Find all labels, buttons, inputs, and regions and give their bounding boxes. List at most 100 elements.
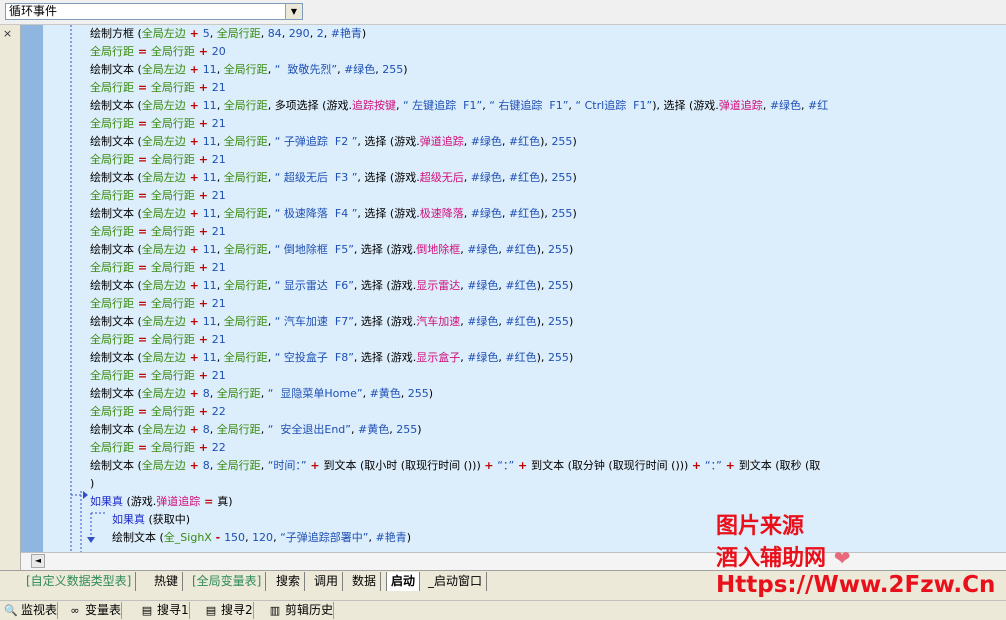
code-token-var: 全局左边 [141, 351, 186, 364]
code-token-punct: ), [540, 207, 552, 220]
code-token-punct: ( [134, 135, 142, 148]
code-line[interactable]: 全局行距 = 全局行距 + 21 [90, 223, 226, 241]
code-token-punct: ), [540, 135, 552, 148]
event-dropdown[interactable]: 循环事件 ▼ [5, 3, 303, 20]
code-token-const: #绿色 [470, 135, 502, 148]
code-line[interactable]: 全局行距 = 全局行距 + 20 [90, 43, 226, 61]
code-token-kw: 游戏. [326, 99, 352, 112]
code-line[interactable]: 绘制方框 (全局左边 + 5, 全局行距, 84, 290, 2, #艳青) [90, 25, 366, 43]
code-line[interactable]: 绘制文本 (全局左边 + 8, 全局行距, “ 安全退出End”, #黄色, 2… [90, 421, 422, 439]
code-line[interactable]: 全局行距 = 全局行距 + 22 [90, 403, 226, 421]
code-token-punct: , [209, 423, 217, 436]
close-icon[interactable]: × [1, 28, 14, 41]
code-token-kw: 到文本 [531, 459, 565, 472]
code-token-punct: ( [134, 279, 142, 292]
code-token-punct: , [260, 423, 268, 436]
code-token-num: 5 [202, 27, 210, 40]
code-token-kw: 绘制文本 [90, 387, 134, 400]
code-line[interactable]: 如果真 (游戏.弹道追踪 = 真) [90, 493, 232, 511]
code-line[interactable]: 全局行距 = 全局行距 + 22 [90, 439, 226, 457]
code-line[interactable]: 全局行距 = 全局行距 + 21 [90, 331, 226, 349]
code-token-num: 21 [211, 81, 226, 94]
code-token-num: 8 [202, 459, 210, 472]
code-token-punct: , [501, 135, 509, 148]
code-token-op: = [134, 369, 151, 382]
ide-tab[interactable]: [自定义数据类型表] [22, 572, 137, 591]
code-line[interactable]: 全局行距 = 全局行距 + 21 [90, 187, 226, 205]
code-token-punct: (取 [801, 459, 821, 472]
code-token-const: #绿色 [467, 351, 499, 364]
code-editor[interactable]: 绘制方框 (全局左边 + 5, 全局行距, 84, 290, 2, #艳青) 全局… [21, 25, 1006, 552]
bottom-tab[interactable]: ▤ 搜寻2 [202, 602, 254, 619]
code-token-const: #绿色 [467, 279, 499, 292]
code-token-punct: ), [540, 171, 552, 184]
code-token-op: - [211, 531, 225, 544]
ide-tab[interactable]: 启动 [386, 572, 421, 591]
code-token-num: 11 [202, 351, 217, 364]
code-line[interactable]: 绘制文本 (全局左边 + 11, 全局行距, “ 显示雷达 F6”, 选择 (游… [90, 277, 573, 295]
code-line[interactable]: 绘制文本 (全局左边 + 11, 全局行距, “ 倒地除框 F5”, 选择 (游… [90, 241, 573, 259]
ide-tab[interactable]: 搜索 [272, 572, 306, 591]
code-line[interactable]: 全局行距 = 全局行距 + 21 [90, 259, 226, 277]
code-token-op: + [194, 333, 212, 346]
code-token-num: 255 [551, 171, 573, 184]
ide-tab[interactable]: 调用 [310, 572, 344, 591]
code-token-punct: , [216, 207, 224, 220]
code-token-punct: ())) [460, 459, 485, 472]
code-line[interactable]: 绘制文本 (全局左边 + 11, 全局行距, “ 空投盒子 F8”, 选择 (游… [90, 349, 573, 367]
watermark-url: Https://Www.2Fzw.Cn [716, 572, 996, 598]
horizontal-scrollbar[interactable]: ◄ [21, 552, 1006, 570]
bottom-tab[interactable]: 🔍 监视表 [2, 602, 59, 619]
chevron-down-icon[interactable]: ▼ [285, 4, 302, 19]
code-line[interactable]: 绘制文本 (全_SighX - 150, 120, “子弹追踪部署中”, #艳青… [112, 529, 411, 547]
code-token-punct: ( [134, 423, 142, 436]
code-line[interactable]: 绘制文本 (全局左边 + 11, 全局行距, “ 极速降落 F4 ”, 选择 (… [90, 205, 577, 223]
code-token-punct: ), [652, 99, 664, 112]
code-token-punct: ())) [667, 459, 692, 472]
code-token-var: 全局行距 [150, 81, 195, 94]
code-token-punct: ), [536, 279, 548, 292]
code-line[interactable]: 绘制文本 (全局左边 + 11, 全局行距, 多项选择 (游戏.追踪按键, “ … [90, 97, 828, 115]
code-token-punct: ( [145, 513, 153, 526]
bottom-tab[interactable]: ▤ 搜寻1 [138, 602, 190, 619]
code-line[interactable]: ) [90, 475, 94, 493]
code-token-op: = [134, 153, 151, 166]
ide-tab[interactable]: _启动窗口 [424, 572, 488, 591]
ide-tab[interactable]: 热键 [150, 572, 184, 591]
code-line[interactable]: 全局行距 = 全局行距 + 21 [90, 79, 226, 97]
code-line[interactable]: 绘制文本 (全局左边 + 11, 全局行距, “ 汽车加速 F7”, 选择 (游… [90, 313, 573, 331]
bottom-tab[interactable]: ▥ 剪辑历史 [266, 602, 335, 619]
code-token-var: 全局行距 [223, 351, 268, 364]
scroll-left-icon[interactable]: ◄ [31, 554, 45, 568]
code-token-punct: ) [572, 135, 577, 148]
code-line[interactable]: 绘制文本 (全局左边 + 8, 全局行距, “ 显隐菜单Home”, #黄色, … [90, 385, 433, 403]
code-token-mem: 弹道追踪 [718, 99, 763, 112]
code-token-ctl: 如果真 [90, 495, 123, 508]
code-line[interactable]: 全局行距 = 全局行距 + 21 [90, 151, 226, 169]
code-line[interactable]: 绘制文本 (全局左边 + 8, 全局行距, “时间：” + 到文本 (取小时 (… [90, 457, 820, 475]
code-token-op: + [194, 405, 212, 418]
code-token-op: = [134, 117, 151, 130]
bottom-tab[interactable]: ∞ 变量表 [66, 602, 123, 619]
code-line[interactable]: 如果真 (获取中) [112, 511, 190, 529]
ide-tab[interactable]: [全局变量表] [188, 572, 267, 591]
ide-tab[interactable]: 数据 [348, 572, 382, 591]
document-icon: ▥ [269, 604, 281, 617]
code-token-const: #艳青 [330, 27, 362, 40]
code-line[interactable]: 全局行距 = 全局行距 + 21 [90, 115, 226, 133]
event-dropdown-value: 循环事件 [9, 4, 58, 18]
code-token-var: 全局行距 [90, 225, 134, 238]
code-token-num: 255 [407, 387, 429, 400]
code-line[interactable]: 绘制文本 (全局左边 + 11, 全局行距, “ 超级无后 F3 ”, 选择 (… [90, 169, 577, 187]
code-token-var: 全局行距 [216, 387, 261, 400]
code-token-var: 全局行距 [90, 369, 134, 382]
code-line[interactable]: 全局行距 = 全局行距 + 21 [90, 367, 226, 385]
code-line[interactable]: 绘制文本 (全局左边 + 11, 全局行距, “ 子弹追踪 F2 ”, 选择 (… [90, 133, 577, 151]
code-token-const: #绿色 [467, 243, 499, 256]
code-token-punct: , [267, 243, 275, 256]
code-line[interactable]: 全局行距 = 全局行距 + 21 [90, 295, 226, 313]
code-line[interactable]: 绘制文本 (全局左边 + 11, 全局行距, “ 致敬先烈”, #绿色, 255… [90, 61, 408, 79]
code-token-punct: ( [382, 315, 391, 328]
code-token-punct: , [260, 459, 268, 472]
bottom-tab-label: 剪辑历史 [285, 603, 334, 617]
